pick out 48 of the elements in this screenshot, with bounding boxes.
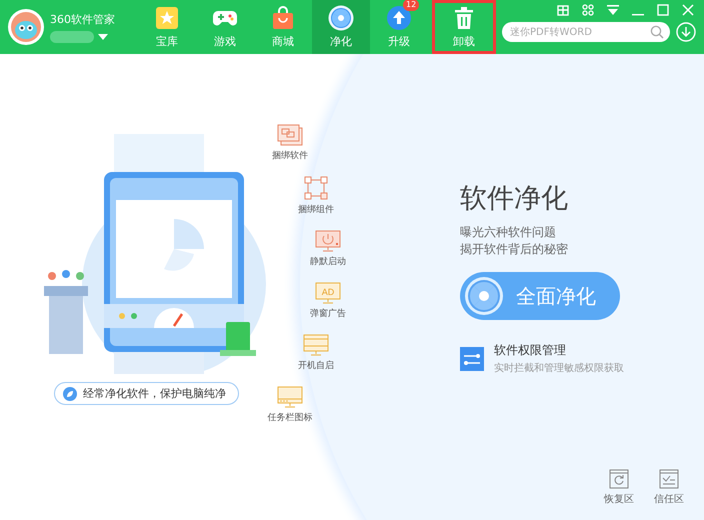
caret-icon[interactable]: [98, 34, 108, 40]
feature-label: 任务栏图标: [268, 412, 312, 424]
count-badge: 12: [403, 0, 420, 11]
refresh-icon: [609, 469, 629, 489]
nav-tab[interactable]: 卸载: [432, 0, 496, 54]
feature-label: 捆绑组件: [298, 204, 334, 216]
mascot-logo-icon: [8, 9, 44, 45]
nodes-icon: [304, 176, 328, 200]
fan-icon: [328, 5, 354, 31]
windows-icon: [277, 124, 303, 146]
nav-tab[interactable]: 净化: [312, 0, 370, 54]
username-placeholder: [50, 30, 94, 42]
permission-title[interactable]: 软件权限管理: [494, 342, 624, 359]
zone-button[interactable]: 恢复区: [604, 469, 634, 506]
zone-button[interactable]: 信任区: [654, 469, 684, 506]
panel-description: 揭开软件背后的秘密: [460, 241, 568, 258]
grid-icon[interactable]: [582, 4, 594, 16]
nav-tab[interactable]: 商城: [254, 0, 312, 54]
taskbar-monitor-icon: [277, 386, 303, 408]
fan-icon: [464, 276, 504, 316]
app-title: 360软件管家: [50, 12, 115, 26]
download-icon[interactable]: [676, 22, 696, 42]
feature-label: 捆绑软件: [272, 150, 308, 162]
panel-description: 曝光六种软件问题: [460, 224, 556, 241]
feature-label: 静默启动: [310, 256, 346, 268]
upload-icon: [387, 6, 411, 30]
panel-title: 软件净化: [460, 182, 568, 216]
sliders-icon[interactable]: [460, 346, 484, 370]
full-clean-button[interactable]: 全面净化: [460, 272, 620, 320]
shopping-bag-icon: [272, 6, 294, 30]
gamepad-icon: [213, 8, 237, 28]
nav-tab[interactable]: 宝库: [138, 0, 196, 54]
feature-label: 弹窗广告: [310, 308, 346, 320]
trash-icon: [454, 7, 474, 29]
close-icon[interactable]: [682, 4, 694, 16]
power-monitor-icon: [315, 230, 341, 252]
nav-tab[interactable]: 12 升级: [370, 0, 428, 54]
slogan-text: 经常净化软件，保护电脑纯净: [83, 386, 226, 401]
leaf-icon: [63, 386, 77, 400]
checklist-icon: [659, 469, 679, 489]
search-icon[interactable]: [650, 25, 664, 39]
permission-subtitle: 实时拦截和管理敏感权限获取: [494, 362, 624, 375]
feature-label: 开机自启: [298, 360, 334, 372]
search-field[interactable]: 迷你PDF转WORD: [502, 22, 670, 42]
menu-icon[interactable]: [607, 4, 619, 16]
monitor-icon: [303, 334, 329, 356]
maximize-icon[interactable]: [657, 4, 669, 16]
nav-tab[interactable]: 游戏: [196, 0, 254, 54]
